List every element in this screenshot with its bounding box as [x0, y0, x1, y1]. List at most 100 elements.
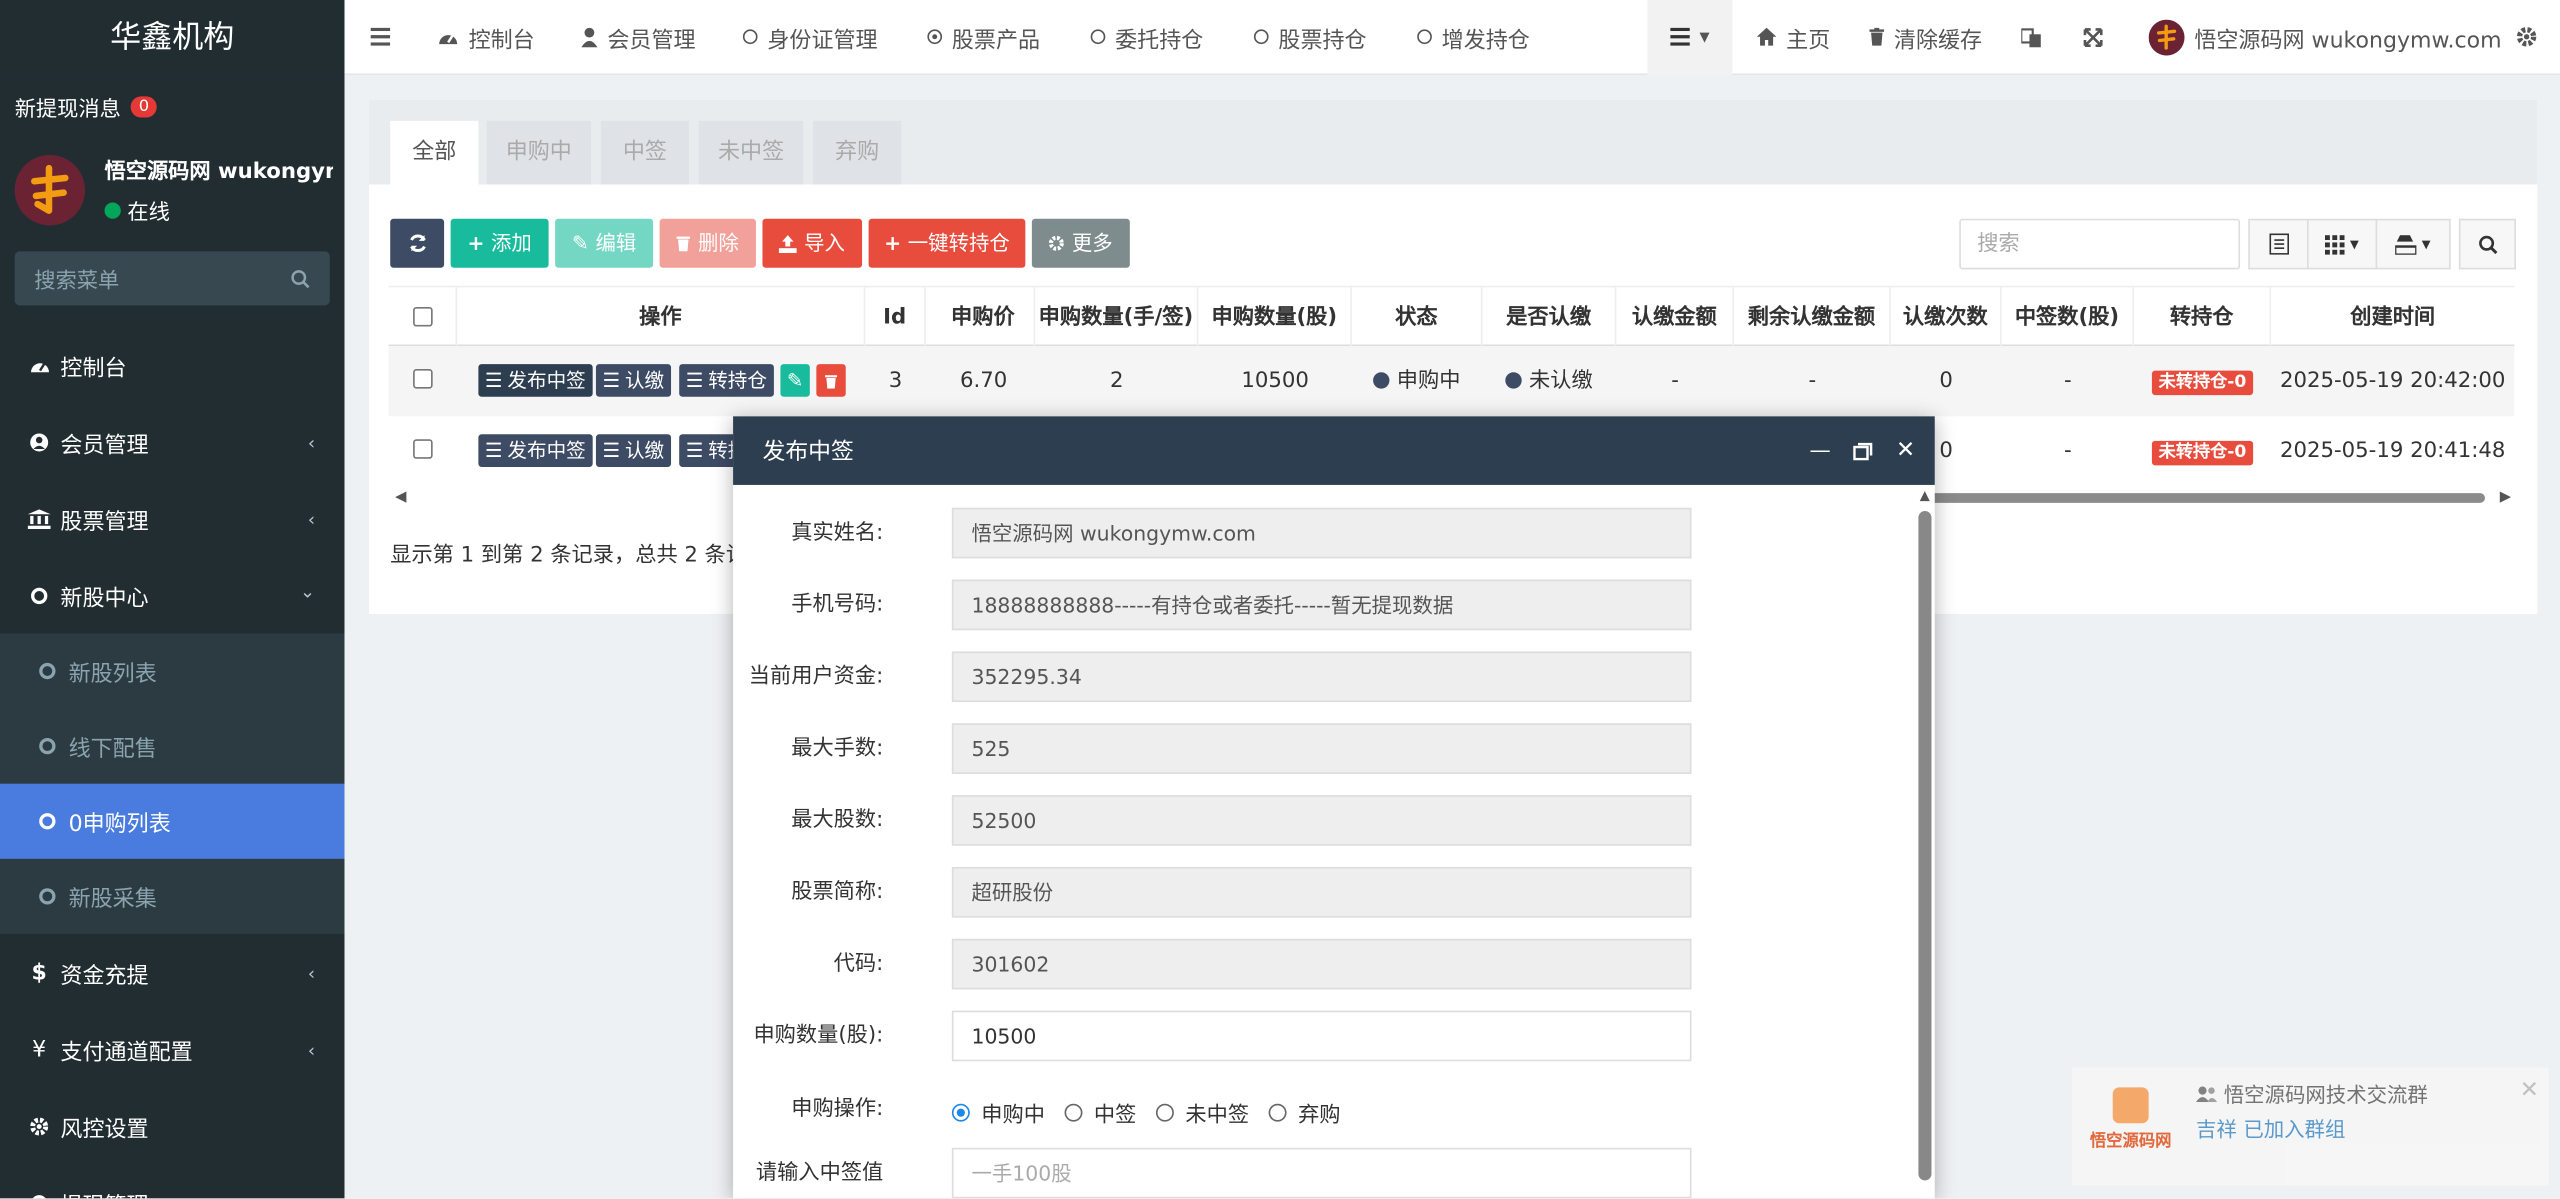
nav-members[interactable]: 会员管理 [581, 0, 696, 74]
nav-entrusted-positions[interactable]: 委托持仓 [1090, 0, 1203, 74]
menu-toggle-icon[interactable] [370, 0, 391, 74]
col-shares[interactable]: 申购数量(股) [1198, 287, 1352, 348]
scroll-right-icon[interactable]: ▶ [2500, 490, 2511, 506]
col-remaining-amount[interactable]: 剩余认缴金额 [1734, 287, 1891, 348]
chevron-down-icon: ⌄ [300, 581, 316, 603]
col-paid[interactable]: 是否认缴 [1482, 287, 1617, 348]
select-all-checkbox[interactable] [413, 306, 433, 327]
list-dropdown-button[interactable]: ▼ [1647, 0, 1733, 75]
radio-subscribing[interactable]: 申购中 [951, 1097, 1045, 1128]
phone-field[interactable]: 18888888888-----有持仓或者委托-----暂无提现数据 [951, 579, 1692, 631]
subscribe-shares-input[interactable]: 10500 [951, 1010, 1692, 1062]
columns-dropdown-button[interactable]: ▼ [2307, 218, 2378, 270]
col-created[interactable]: 创建时间 [2271, 287, 2514, 347]
sidebar-item-funds[interactable]: $ 资金充提 ‹ [0, 934, 344, 1011]
nav-stock-positions[interactable]: 股票持仓 [1253, 0, 1367, 74]
funds-label: 当前用户资金: [748, 664, 884, 689]
radio-abandon[interactable]: 弃购 [1268, 1097, 1341, 1128]
tab-won[interactable]: 中签 [600, 120, 689, 185]
col-paid-amount[interactable]: 认缴金额 [1616, 287, 1734, 348]
nav-dashboard[interactable]: 控制台 [438, 0, 535, 74]
advanced-search-button[interactable] [2458, 218, 2516, 270]
scroll-up-icon[interactable]: ▲ [1920, 488, 1930, 503]
pay-button[interactable]: ☰ 认缴 [595, 364, 671, 397]
refresh-button[interactable] [390, 218, 445, 268]
menu-search-input[interactable]: 搜索菜单 [14, 251, 330, 306]
edit-row-button[interactable]: ✎ [780, 364, 810, 397]
dialog-header: 发布中签 — ✕ [733, 416, 1935, 485]
pay-button[interactable]: ☰ 认缴 [595, 434, 671, 467]
sidebar-item-withdraw[interactable]: 提现管理 [0, 1164, 344, 1199]
delete-row-button[interactable] [816, 364, 846, 397]
radio-not-won[interactable]: 未中签 [1156, 1097, 1249, 1128]
table-search-input[interactable]: 搜索 [1959, 218, 2241, 270]
one-click-transfer-button[interactable]: + 一键转持仓 [868, 218, 1026, 268]
sidebar-item-payment-channel[interactable]: ¥ 支付通道配置 ‹ [0, 1011, 344, 1088]
delete-button[interactable]: 删除 [659, 218, 756, 268]
scroll-left-icon[interactable]: ◀ [395, 490, 406, 506]
sidebar-item-subscription-list[interactable]: 0申购列表 [0, 783, 345, 859]
user-menu[interactable]: 悟空源码网 wukongymw.com [2148, 0, 2502, 74]
dashboard-icon [28, 356, 51, 374]
max-shares-field[interactable]: 52500 [951, 795, 1692, 846]
publish-win-button[interactable]: ☰ 发布中签 [478, 434, 593, 467]
col-id[interactable]: Id [865, 287, 926, 348]
tab-all[interactable]: 全部 [390, 120, 479, 185]
code-field[interactable]: 301602 [951, 938, 1692, 990]
toggle-view-button[interactable] [2248, 218, 2309, 270]
withdraw-notice[interactable]: 新提现消息 0 [15, 91, 158, 122]
transfer-position-button[interactable]: ☰转持仓 [679, 364, 774, 397]
nav-additional-positions[interactable]: 增发持仓 [1417, 0, 1530, 74]
dialog-scrollbar[interactable] [1918, 511, 1932, 1181]
col-transfer[interactable]: 转持仓 [2134, 287, 2272, 348]
tab-subscribing[interactable]: 申购中 [486, 120, 592, 185]
fullscreen-icon[interactable] [2083, 0, 2103, 74]
cell-status: 申购中 [1352, 346, 1483, 416]
real-name-label: 真实姓名: [791, 520, 884, 546]
import-button[interactable]: 导入 [762, 218, 863, 268]
sidebar-item-ipo-center[interactable]: 新股中心 ⌄ [0, 557, 344, 634]
chevron-left-icon: ‹ [307, 432, 316, 454]
publish-win-button[interactable]: ☰ 发布中签 [478, 364, 593, 397]
settings-gear-icon[interactable] [2516, 0, 2537, 74]
col-price[interactable]: 申购价 [932, 287, 1036, 348]
more-button[interactable]: 更多 [1031, 218, 1130, 268]
sidebar-item-risk-settings[interactable]: 风控设置 [0, 1087, 344, 1164]
add-button[interactable]: + 添加 [450, 218, 549, 268]
export-dropdown-button[interactable]: ▼ [2375, 218, 2451, 270]
col-won-shares[interactable]: 中签数(股) [2002, 287, 2134, 348]
scroll-thumb[interactable] [1923, 493, 2485, 503]
nav-stock-products[interactable]: 股票产品 [927, 0, 1040, 74]
radio-won[interactable]: 中签 [1064, 1097, 1136, 1128]
close-icon[interactable]: ✕ [2520, 1078, 2539, 1104]
home-link[interactable]: 主页 [1756, 0, 1830, 74]
funds-field[interactable]: 352295.34 [951, 651, 1692, 703]
col-status[interactable]: 状态 [1352, 287, 1483, 348]
row-checkbox[interactable] [413, 368, 433, 389]
sidebar-item-ipo-list[interactable]: 新股列表 [0, 633, 344, 708]
win-value-input[interactable]: 一手100股 [951, 1147, 1692, 1199]
sidebar-item-members[interactable]: 会员管理 ‹ [0, 403, 344, 480]
col-lots[interactable]: 申购数量(手/签) [1035, 287, 1199, 348]
nav-id-cards[interactable]: 身份证管理 [742, 0, 878, 74]
translate-icon[interactable] [2021, 0, 2041, 74]
col-paid-times[interactable]: 认缴次数 [1891, 287, 2002, 348]
sidebar-item-dashboard[interactable]: 控制台 [0, 327, 344, 404]
tab-abandoned[interactable]: 弃购 [813, 120, 902, 185]
group-detail[interactable]: 吉祥 已加入群组 [2196, 1112, 2345, 1143]
tab-not-won[interactable]: 未中签 [698, 120, 804, 185]
sidebar-item-stocks[interactable]: 股票管理 ‹ [0, 480, 344, 557]
trash-icon [1869, 27, 1885, 46]
minimize-icon[interactable]: — [1809, 438, 1830, 462]
real-name-field[interactable]: 悟空源码网 wukongymw.com [951, 507, 1692, 559]
sidebar-item-offline-placement[interactable]: 线下配售 [0, 709, 344, 784]
clear-cache-button[interactable]: 清除缓存 [1869, 0, 1982, 74]
max-lots-field[interactable]: 525 [951, 723, 1692, 774]
sidebar-item-ipo-collect[interactable]: 新股采集 [0, 859, 344, 934]
maximize-icon[interactable] [1853, 442, 1874, 460]
edit-button[interactable]: ✎ 编辑 [555, 218, 654, 268]
cell-times: 0 [1939, 368, 1953, 394]
row-checkbox[interactable] [413, 439, 433, 459]
close-icon[interactable]: ✕ [1896, 438, 1915, 464]
stock-name-field[interactable]: 超研股份 [951, 866, 1692, 918]
